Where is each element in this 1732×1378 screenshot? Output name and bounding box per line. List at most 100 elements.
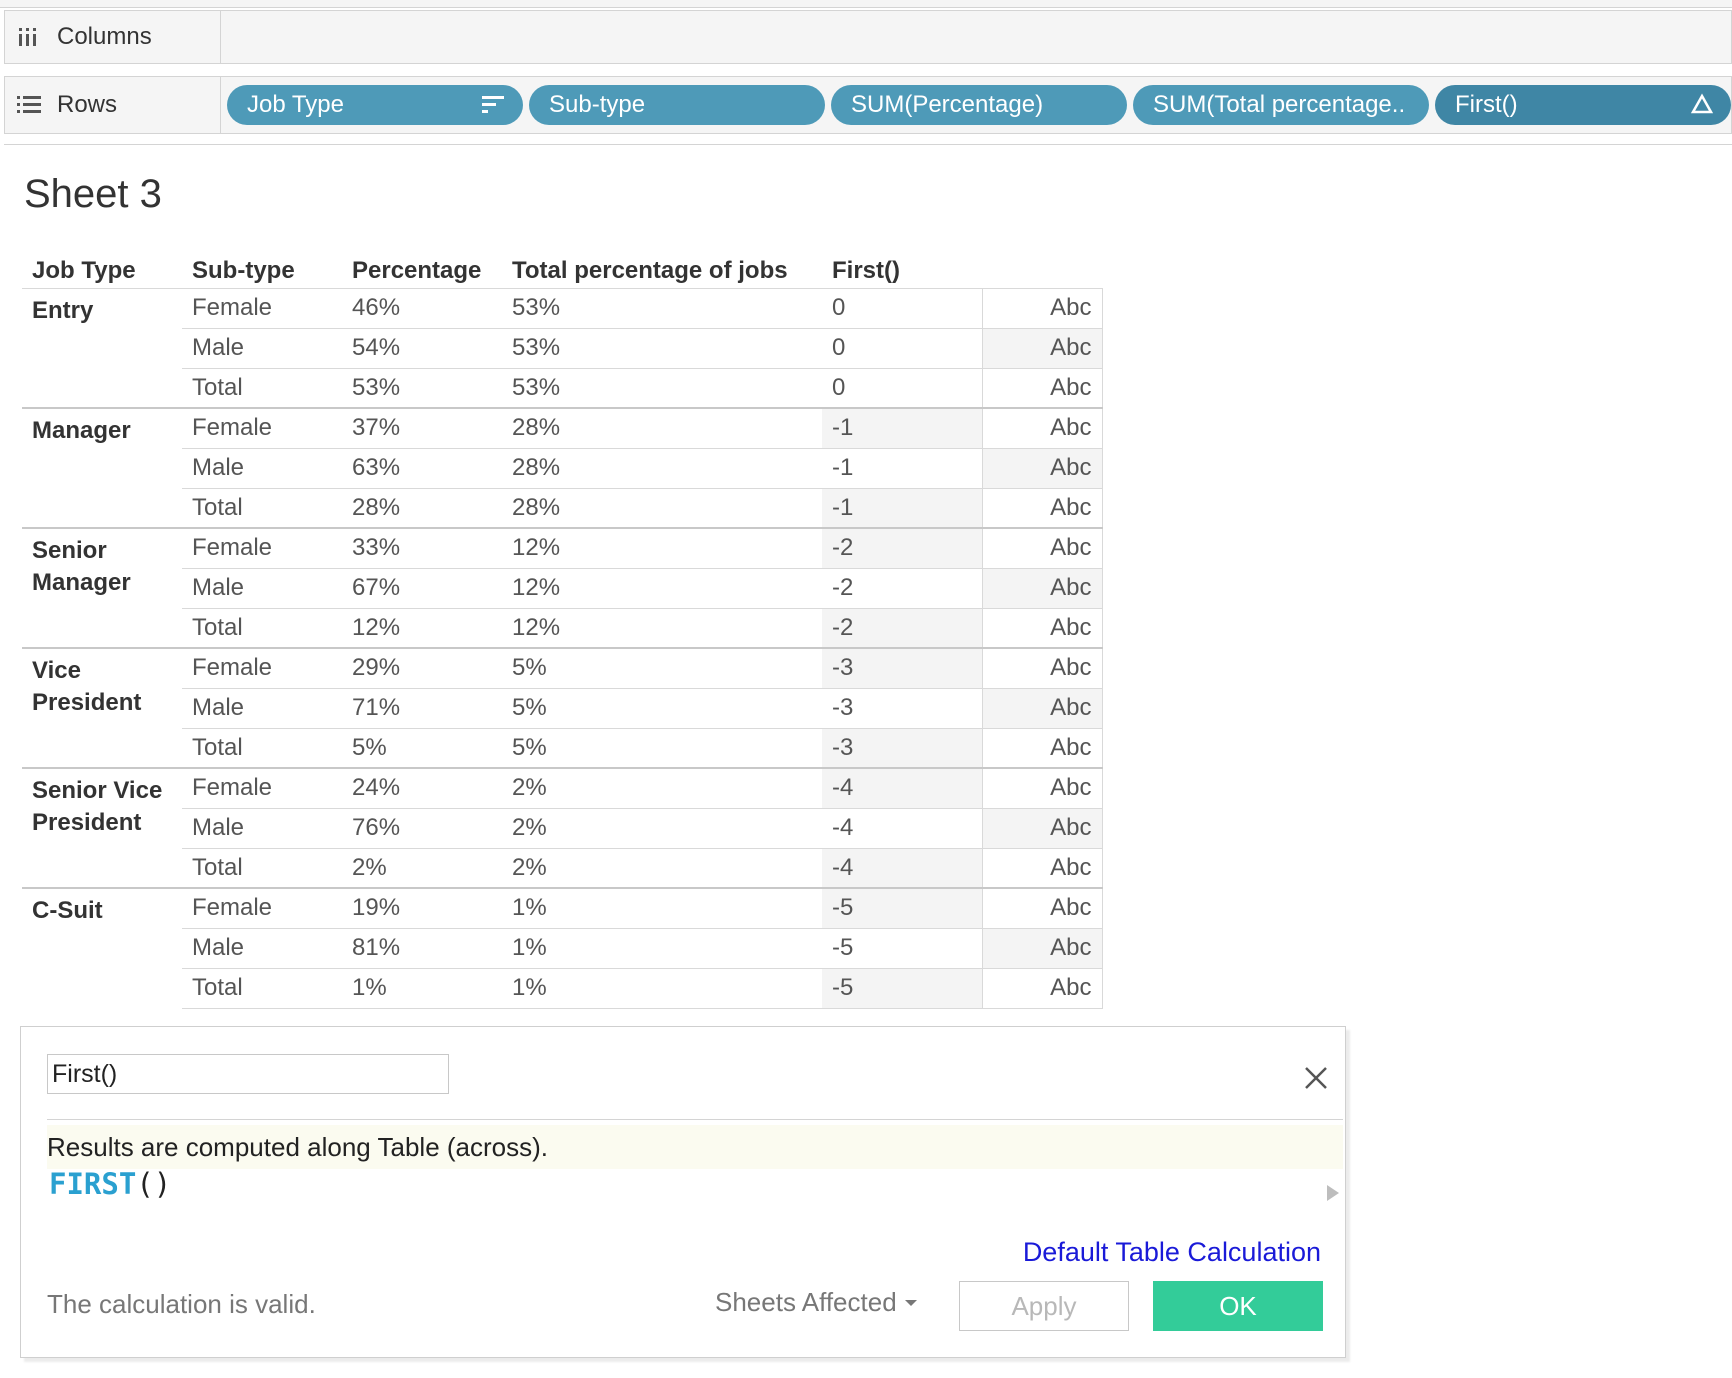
sub-type-cell: Total [182,968,342,1009]
total-percentage-cell: 5% [502,647,822,689]
total-percentage-cell: 1% [502,968,822,1009]
sub-type-cell: Female [182,767,342,809]
percentage-cell: 76% [342,808,502,849]
sub-type-cell: Male [182,808,342,849]
sub-type-cell: Female [182,527,342,569]
job-type-cell[interactable]: Senior Manager [22,527,182,648]
abc-cell: Abc [981,928,1103,969]
abc-cell: Abc [981,767,1103,809]
percentage-cell: 71% [342,688,502,729]
header-first[interactable]: First() [822,254,982,289]
columns-shelf-label: Columns [5,11,221,63]
sub-type-cell: Male [182,328,342,369]
job-type-cell[interactable]: Manager [22,407,182,528]
first-cell: -4 [822,767,982,809]
first-cell: 0 [822,328,982,369]
calculation-name-input[interactable] [47,1054,449,1094]
total-percentage-cell: 53% [502,288,822,329]
pill-label: SUM(Percentage) [851,91,1044,118]
abc-cell: Abc [981,328,1103,369]
percentage-cell: 33% [342,527,502,569]
total-percentage-cell: 5% [502,728,822,769]
top-toolbar-strip [0,0,1732,8]
abc-cell: Abc [981,488,1103,529]
percentage-cell: 28% [342,488,502,529]
percentage-cell: 81% [342,928,502,969]
apply-button[interactable]: Apply [959,1281,1129,1331]
abc-cell: Abc [981,808,1103,849]
pill-label: First() [1455,91,1518,118]
abc-cell: Abc [981,968,1103,1009]
header-percentage[interactable]: Percentage [342,254,502,289]
table-row: Total 5% 5% -3 Abc [22,728,1103,769]
job-type-cell[interactable]: Senior Vice President [22,767,182,888]
table-row: Vice President Female 29% 5% -3 Abc [22,647,1103,768]
sheets-affected-dropdown[interactable]: Sheets Affected [715,1287,917,1318]
table-row: Total 2% 2% -4 Abc [22,848,1103,889]
total-percentage-cell: 1% [502,887,822,929]
job-type-cell[interactable]: C-Suit [22,887,182,1008]
first-cell: -5 [822,928,982,969]
abc-cell: Abc [981,688,1103,729]
percentage-cell: 5% [342,728,502,769]
table-row: Male 63% 28% -1 Abc [22,448,1103,489]
formula-editor[interactable]: FIRST() [49,1167,171,1201]
percentage-cell: 24% [342,767,502,809]
total-percentage-cell: 28% [502,448,822,489]
first-cell: -2 [822,568,982,609]
table-row: Manager Female 37% 28% -1 Abc [22,407,1103,528]
total-percentage-cell: 5% [502,688,822,729]
abc-cell: Abc [981,608,1103,649]
header-sub-type[interactable]: Sub-type [182,254,342,289]
header-job-type[interactable]: Job Type [22,254,182,289]
formula-keyword: FIRST [49,1167,137,1201]
job-type-cell[interactable]: Vice President [22,647,182,768]
total-percentage-cell: 53% [502,368,822,409]
first-cell: -1 [822,407,982,449]
formula-parens: () [136,1167,172,1201]
rows-shelf[interactable]: Rows Job Type Sub-type SUM(Percentage) S… [4,76,1732,134]
header-total-percentage[interactable]: Total percentage of jobs [502,254,822,289]
total-percentage-cell: 12% [502,568,822,609]
first-cell: -3 [822,688,982,729]
first-cell: -1 [822,488,982,529]
table-row: Male 54% 53% 0 Abc [22,328,1103,369]
delta-icon [1690,93,1714,122]
sub-type-cell: Female [182,288,342,329]
table-row: Senior Vice President Female 24% 2% -4 Abc [22,767,1103,888]
default-table-calculation-link[interactable]: Default Table Calculation [1023,1237,1321,1268]
canvas-divider [4,144,1732,145]
pill-sum-total-percentage[interactable]: SUM(Total percentage.. [1133,85,1429,125]
pill-sum-percentage[interactable]: SUM(Percentage) [831,85,1127,125]
job-type-cell[interactable]: Entry [22,288,182,408]
percentage-cell: 2% [342,848,502,889]
first-cell: -3 [822,728,982,769]
dialog-divider [47,1119,1343,1120]
pill-label: SUM(Total percentage.. [1153,91,1406,118]
sub-type-cell: Total [182,848,342,889]
abc-cell: Abc [981,448,1103,489]
ok-button[interactable]: OK [1153,1281,1323,1331]
sort-icon[interactable] [481,93,505,122]
sub-type-cell: Male [182,568,342,609]
pill-job-type[interactable]: Job Type [227,85,523,125]
columns-shelf[interactable]: Columns [4,10,1732,64]
first-cell: -2 [822,608,982,649]
table-row: Male 76% 2% -4 Abc [22,808,1103,849]
computed-along-text: Results are computed along Table (across… [47,1125,1343,1169]
table-row: Total 28% 28% -1 Abc [22,488,1103,529]
abc-cell: Abc [981,848,1103,889]
first-cell: -4 [822,848,982,889]
pill-first[interactable]: First() [1435,85,1731,125]
abc-cell: Abc [981,368,1103,409]
crosstab-table: Job Type Sub-type Percentage Total perce… [22,254,1103,1009]
pill-sub-type[interactable]: Sub-type [529,85,825,125]
table-row: Male 67% 12% -2 Abc [22,568,1103,609]
table-body: Entry Female 46% 53% 0 Abc Male 54% 53% 0 Abc Total… [22,288,1103,1009]
abc-cell: Abc [981,568,1103,609]
sub-type-cell: Female [182,407,342,449]
percentage-cell: 63% [342,448,502,489]
close-icon[interactable] [1303,1065,1329,1091]
abc-cell: Abc [981,887,1103,929]
expand-arrow-icon[interactable] [1327,1185,1339,1201]
